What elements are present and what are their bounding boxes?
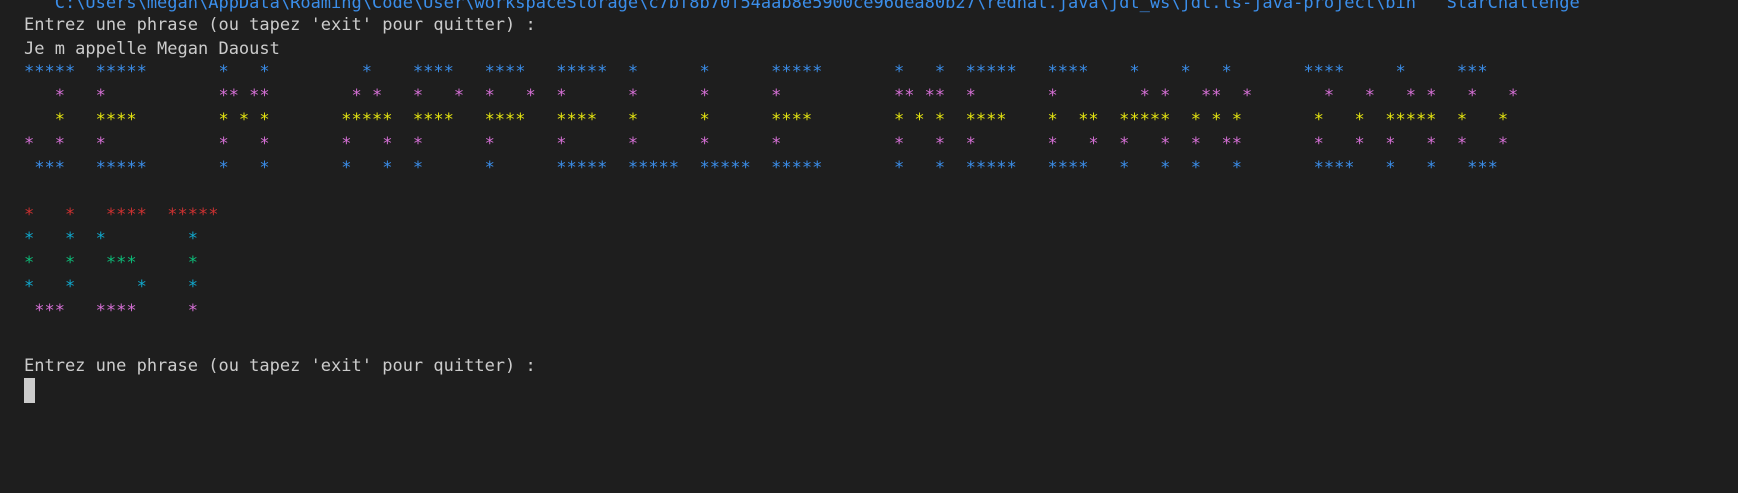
- star-art-2-line-4: * * * *: [24, 277, 198, 297]
- star-art-line-1: ***** ***** * * * **** **** ***** * * **…: [24, 62, 1488, 82]
- star-art-2-line-5: *** **** *: [24, 301, 198, 321]
- prompt-text: Entrez une phrase (ou tapez 'exit' pour …: [24, 15, 536, 35]
- star-art-2-line-1: * * **** *****: [24, 205, 219, 225]
- star-art-line-5: *** ***** * * * * * * ***** ***** ***** …: [24, 158, 1498, 178]
- prompt-text-2: Entrez une phrase (ou tapez 'exit' pour …: [24, 356, 536, 376]
- terminal-panel[interactable]: C:\Users\megan\AppData\Roaming\Code\User…: [0, 0, 1738, 493]
- star-art-line-4: * * * * * * * * * * * * * * * * * * * * …: [24, 134, 1509, 154]
- star-art-line-2: * * ** ** * * * * * * * * * * ** ** * * …: [24, 86, 1519, 106]
- star-art-line-3: * **** * * * ***** **** **** **** * * **…: [24, 110, 1509, 130]
- star-art-2-line-2: * * * *: [24, 229, 198, 249]
- terminal-cursor[interactable]: [24, 378, 35, 403]
- star-art-2-line-3: * * *** *: [24, 253, 198, 273]
